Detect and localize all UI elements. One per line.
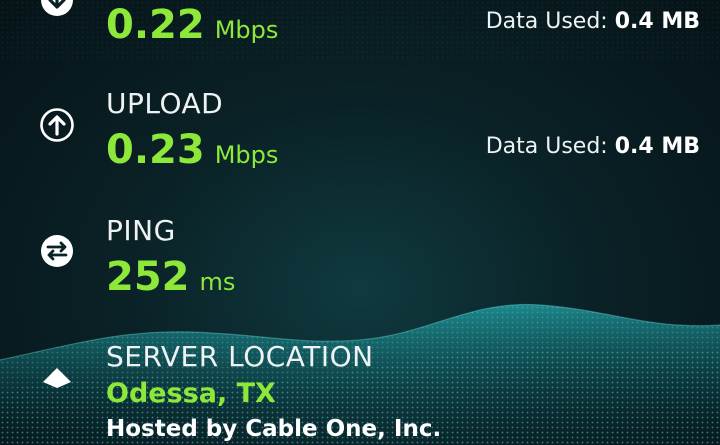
upload-data-used: Data Used: 0.4 MB <box>486 134 700 159</box>
server-host: Hosted by Cable One, Inc. <box>106 416 442 442</box>
download-value: 0.22 <box>106 2 205 48</box>
upload-arrow-icon <box>39 107 75 143</box>
download-arrow-icon <box>39 0 75 18</box>
download-data-used: Data Used: 0.4 MB <box>486 9 700 34</box>
ping-unit: ms <box>199 268 236 296</box>
upload-value-line: 0.23 Mbps <box>106 127 278 173</box>
ping-label: PING <box>106 214 176 247</box>
ping-exchange-icon <box>39 233 75 269</box>
ping-value: 252 <box>106 254 190 300</box>
ping-row: PING 252 ms <box>0 212 720 312</box>
server-location-label: SERVER LOCATION <box>106 340 374 373</box>
download-unit: Mbps <box>214 16 279 44</box>
upload-label: UPLOAD <box>106 87 224 120</box>
download-row: 0.22 Mbps Data Used: 0.4 MB <box>0 0 720 60</box>
download-data-used-label: Data Used: <box>485 9 608 34</box>
upload-unit: Mbps <box>214 141 279 169</box>
upload-row: UPLOAD 0.23 Mbps Data Used: 0.4 MB <box>0 85 720 185</box>
upload-data-used-label: Data Used: <box>485 134 608 159</box>
upload-value: 0.23 <box>106 127 205 173</box>
upload-data-used-value: 0.4 MB <box>614 134 700 159</box>
server-location-row: SERVER LOCATION Odessa, TX Hosted by Cab… <box>0 338 720 445</box>
download-value-line: 0.22 Mbps <box>106 2 278 48</box>
server-location-icon <box>39 360 75 396</box>
server-city: Odessa, TX <box>106 378 276 409</box>
download-data-used-value: 0.4 MB <box>614 9 700 34</box>
ping-value-line: 252 ms <box>106 254 235 300</box>
